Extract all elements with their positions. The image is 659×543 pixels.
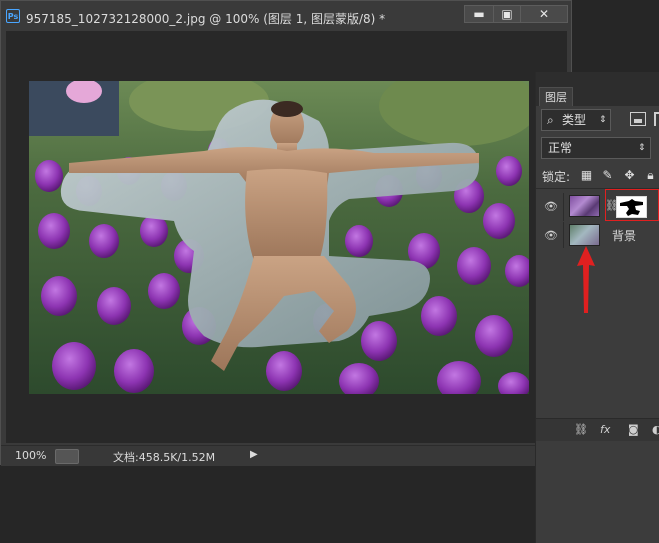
- lock-image-pixels-brush-icon[interactable]: ✎: [601, 169, 614, 182]
- red-arrow-annotation: [577, 246, 595, 313]
- zoom-level[interactable]: 100%: [15, 449, 46, 462]
- layer-filter-select[interactable]: ⌕ 类型 ⇕: [541, 109, 611, 131]
- layers-bottom-toolbar: ⛓︎ fx ◙ ◐: [536, 418, 659, 441]
- mask-shape-icon: [620, 199, 643, 216]
- layer-thumbnail[interactable]: [569, 224, 600, 246]
- adjustment-layer-icon[interactable]: ◐: [652, 423, 659, 437]
- filter-kind-label: 类型: [562, 113, 587, 127]
- close-button[interactable]: ✕: [520, 5, 568, 23]
- panel-tab-bar: 图层: [536, 72, 659, 106]
- document-window: Ps 957185_102732128000_2.jpg @ 100% (图层 …: [0, 0, 572, 466]
- image-filter-icon[interactable]: [630, 112, 646, 126]
- maximize-button[interactable]: ▣: [493, 5, 521, 23]
- document-title: 957185_102732128000_2.jpg @ 100% (图层 1, …: [26, 12, 386, 26]
- adjustment-filter-icon[interactable]: [654, 112, 659, 126]
- chevron-updown-icon: ⇕: [599, 115, 607, 125]
- tulip-photo-illustration: [29, 81, 529, 394]
- photo-canvas-image[interactable]: [29, 81, 529, 394]
- layer-thumbnail[interactable]: [569, 195, 600, 217]
- status-bar: 100% 文档:458.5K/1.52M ▶: [1, 445, 571, 466]
- lock-transparent-pixels-icon[interactable]: ▦: [580, 169, 593, 182]
- lock-label: 锁定:: [542, 170, 571, 184]
- blend-mode-select[interactable]: 正常 ⇕: [541, 137, 651, 159]
- layer-row[interactable]: 👁︎ ⛓︎: [536, 189, 659, 221]
- layers-panel: 图层 ⌕ 类型 ⇕ 正常 ⇕ 锁定: ▦ ✎ ✥ 🔒︎ 👁︎ ⛓︎ 👁︎ 背景 …: [535, 72, 659, 543]
- minimize-button[interactable]: ▬: [464, 5, 494, 23]
- add-mask-icon[interactable]: ◙: [628, 423, 639, 437]
- status-info-icon[interactable]: [55, 449, 79, 464]
- layer-row[interactable]: 👁︎ 背景: [536, 222, 659, 250]
- status-menu-arrow-icon[interactable]: ▶: [250, 449, 258, 460]
- layer-mask-thumbnail[interactable]: [616, 196, 647, 218]
- layer-name: 背景: [612, 229, 637, 243]
- layer-divider: [563, 222, 564, 248]
- eye-icon[interactable]: 👁︎: [544, 201, 558, 213]
- chevron-updown-icon: ⇕: [638, 143, 646, 153]
- lock-position-move-icon[interactable]: ✥: [623, 169, 636, 182]
- lock-all-icon[interactable]: 🔒︎: [644, 169, 657, 182]
- blend-mode-label: 正常: [548, 141, 573, 155]
- layer-style-fx-icon[interactable]: fx: [600, 423, 610, 437]
- document-size-info: 文档:458.5K/1.52M: [113, 451, 216, 464]
- document-title-bar[interactable]: Ps 957185_102732128000_2.jpg @ 100% (图层 …: [1, 1, 571, 31]
- link-layers-icon[interactable]: ⛓︎: [574, 423, 588, 437]
- layer-divider: [563, 193, 564, 221]
- tab-layers[interactable]: 图层: [539, 87, 573, 106]
- search-icon: ⌕: [547, 113, 554, 127]
- photoshop-app-icon: Ps: [6, 9, 20, 23]
- eye-icon[interactable]: 👁︎: [544, 230, 558, 242]
